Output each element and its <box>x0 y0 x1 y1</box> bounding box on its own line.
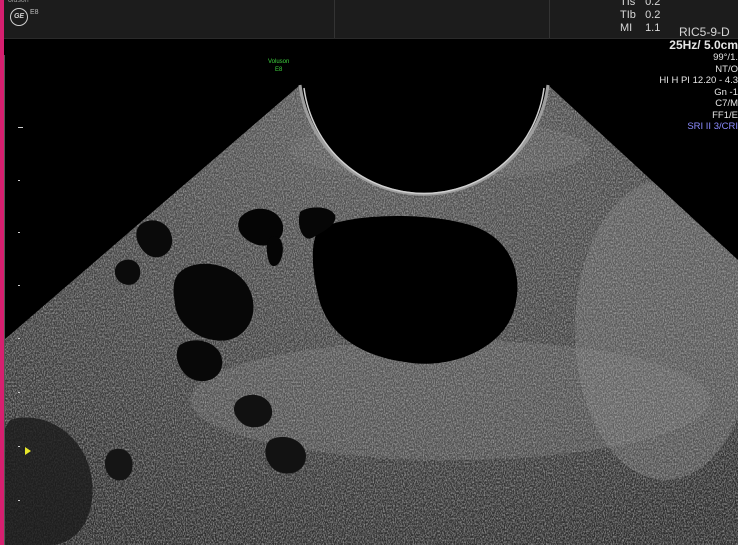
param-c7: C7/M <box>715 98 738 109</box>
param-nt: NT/O <box>715 63 738 75</box>
ultrasound-image <box>4 84 738 545</box>
system-label-line: Voluson <box>268 59 290 65</box>
depth-scale-line <box>4 55 5 545</box>
acquisition-parameters: 25Hz/ 5.0cm 99°/1. NT/O HI H PI 12.20 - … <box>659 39 738 133</box>
param-gain: Gn -1 <box>714 86 738 98</box>
system-label: Voluson E8 <box>268 58 289 74</box>
depth-tick <box>18 127 23 128</box>
param-harmonics: HI H PI 12.20 - 4.3 <box>659 75 738 86</box>
depth-tick <box>18 232 20 233</box>
focus-marker-icon <box>25 447 31 455</box>
param-ff: FF1/E <box>712 109 738 121</box>
system-label-line: E8 <box>275 67 283 73</box>
depth-tick <box>18 285 20 286</box>
depth-tick <box>18 500 20 501</box>
param-sri: SRI II 3/CRI <box>687 121 738 132</box>
depth-tick <box>18 180 20 181</box>
param-angle: 99°/1. <box>713 52 738 63</box>
depth-tick <box>18 392 20 393</box>
param-frame-rate: 25Hz/ 5.0cm <box>669 38 738 52</box>
depth-tick <box>18 446 20 447</box>
depth-tick <box>18 338 20 339</box>
